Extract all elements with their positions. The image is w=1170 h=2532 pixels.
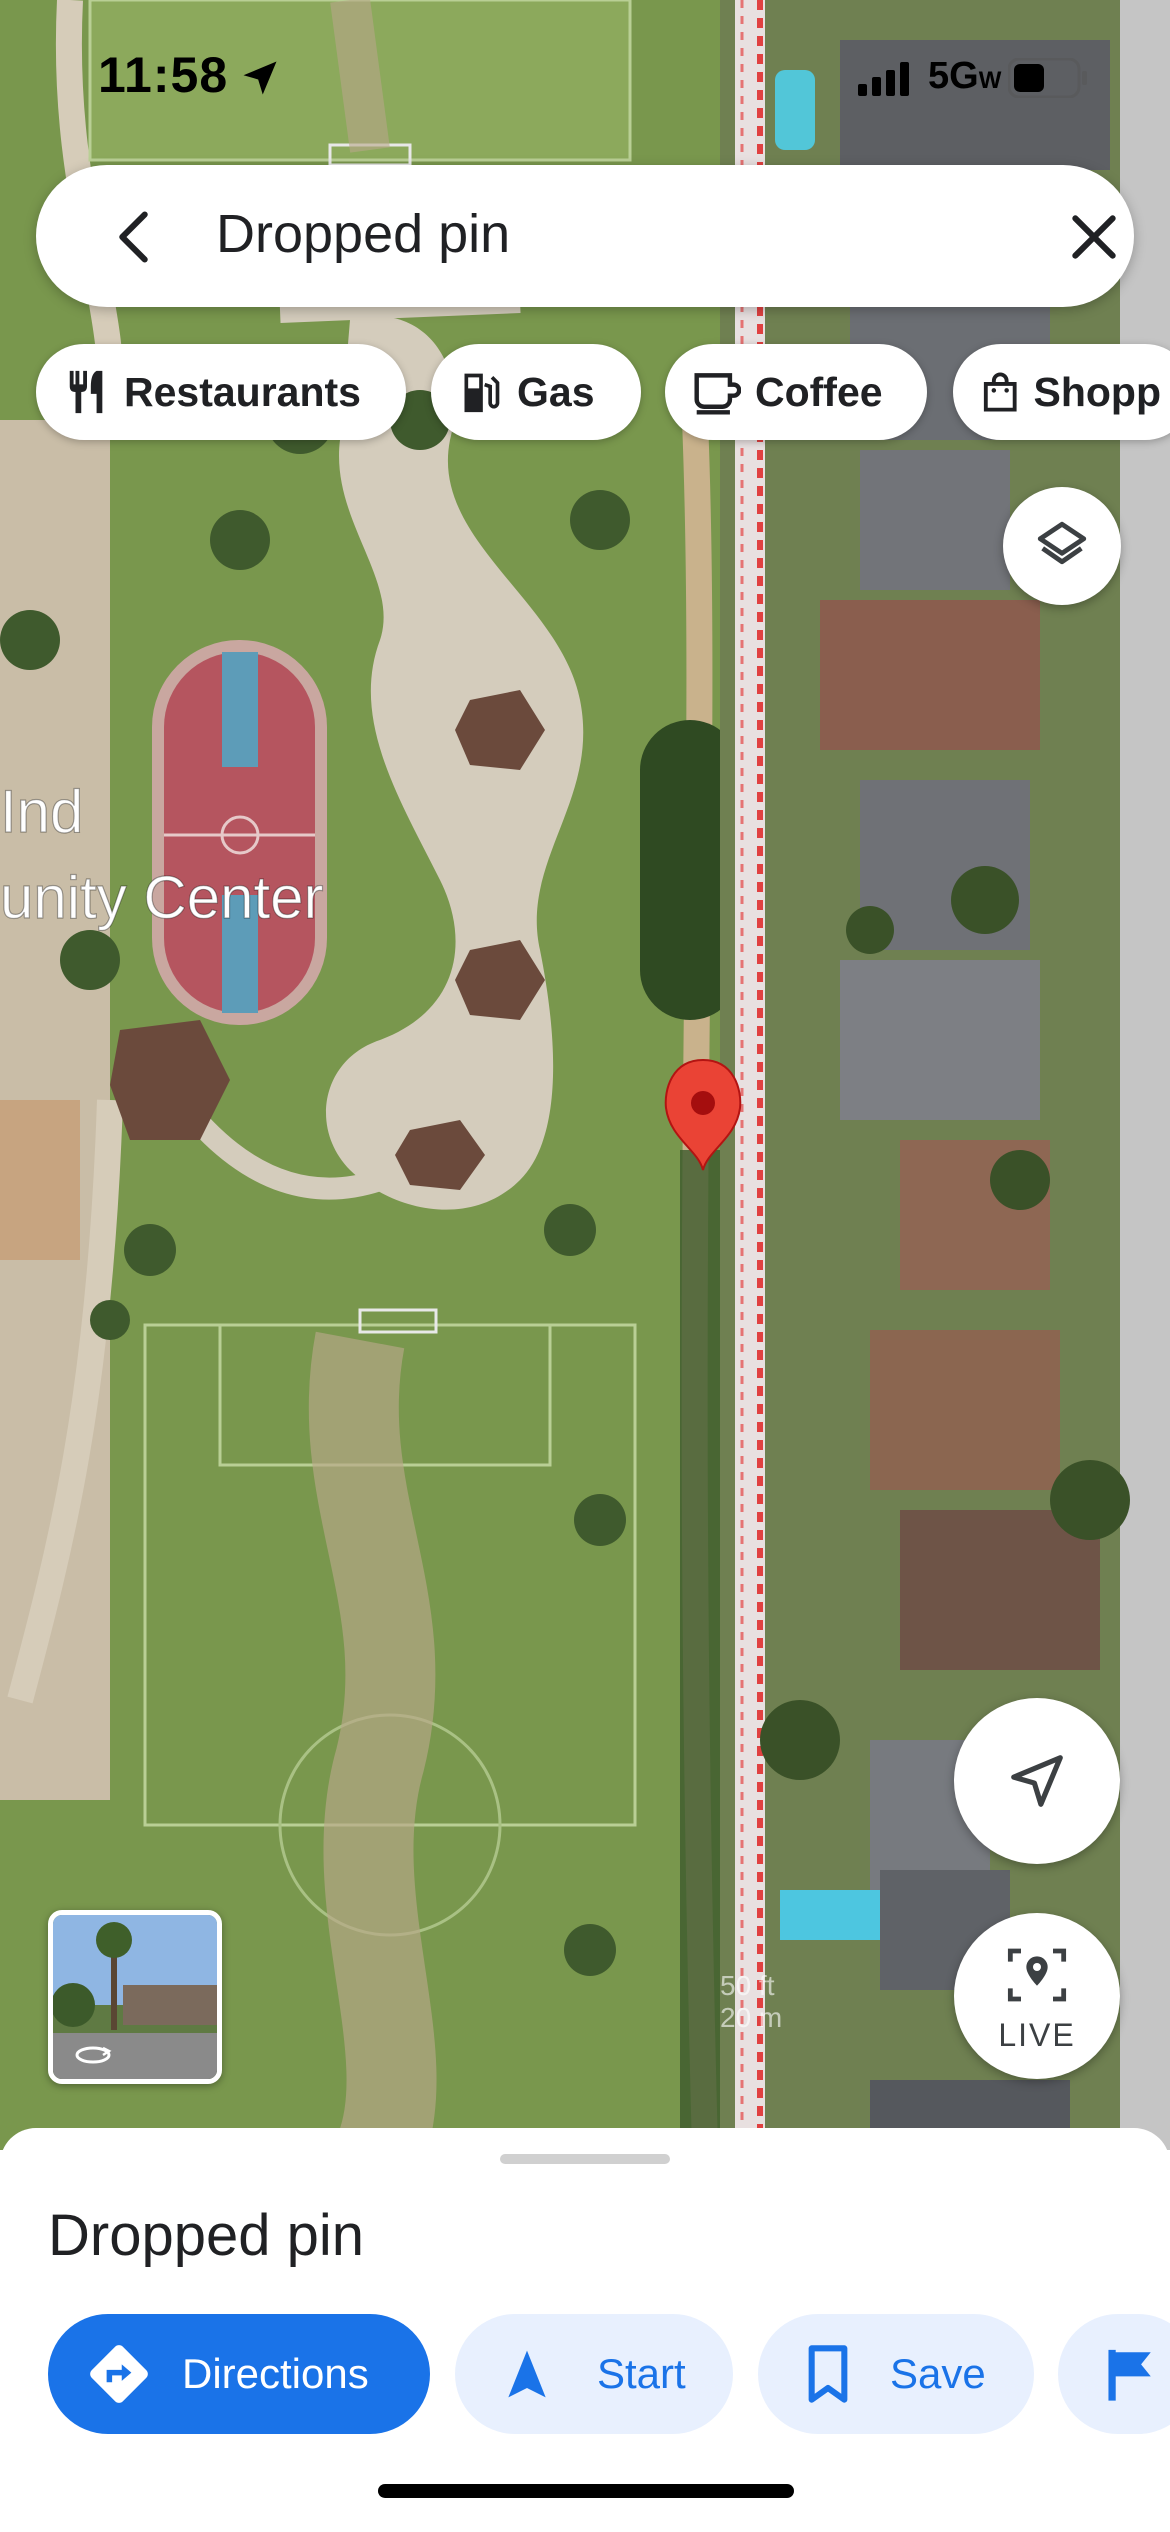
chevron-left-icon[interactable] xyxy=(106,207,166,267)
fork-knife-icon xyxy=(69,370,103,414)
chip-restaurants[interactable]: Restaurants xyxy=(36,344,406,440)
recenter-button[interactable] xyxy=(954,1698,1120,1864)
home-indicator[interactable] xyxy=(378,2484,794,2498)
flag-icon xyxy=(1108,2349,1151,2401)
live-view-button[interactable]: LIVE xyxy=(954,1913,1120,2079)
start-label: Start xyxy=(597,2350,686,2397)
layers-button[interactable] xyxy=(1003,487,1121,605)
map-place-label-1: Ind xyxy=(0,778,83,845)
search-bar[interactable]: Dropped pin xyxy=(36,165,1134,307)
network-type: 5GW xyxy=(928,55,1002,97)
save-label: Save xyxy=(890,2350,986,2397)
directions-button[interactable]: Directions xyxy=(48,2314,430,2434)
scale-feet: 50 ft xyxy=(720,1970,775,2001)
search-title[interactable]: Dropped pin xyxy=(216,203,510,265)
directions-label: Directions xyxy=(182,2350,369,2397)
location-arrow-icon xyxy=(243,61,277,95)
place-title: Dropped pin xyxy=(48,2203,364,2268)
start-button[interactable]: Start xyxy=(455,2314,733,2434)
map-place-label-2: unity Center xyxy=(0,864,324,931)
more-action-button[interactable] xyxy=(1058,2314,1170,2434)
live-label: LIVE xyxy=(998,2017,1076,2053)
chip-label: Coffee xyxy=(755,368,883,415)
chip-coffee[interactable]: Coffee xyxy=(665,344,927,440)
street-view-thumbnail[interactable] xyxy=(48,1910,222,2084)
place-bottom-sheet[interactable]: Dropped pin Directions Start Save xyxy=(0,2128,1170,2532)
live-view-pin-icon xyxy=(1007,1948,1067,2002)
coffee-cup-icon xyxy=(694,373,741,415)
layers-icon xyxy=(1037,521,1087,565)
chip-label: Restaurants xyxy=(124,368,361,415)
chip-label: Gas xyxy=(517,368,595,415)
sheet-drag-handle[interactable] xyxy=(500,2154,670,2164)
status-bar: 11:58 5GW xyxy=(0,0,1170,150)
gas-pump-icon xyxy=(464,373,500,413)
shopping-bag-icon xyxy=(983,372,1017,412)
chip-label: Shopp xyxy=(1033,368,1161,415)
bookmark-icon xyxy=(808,2345,848,2403)
chip-shopping[interactable]: Shopp xyxy=(953,344,1170,440)
directions-icon xyxy=(90,2345,148,2403)
map-scale: 50 ft 20 m xyxy=(720,1970,782,2034)
chip-gas[interactable]: Gas xyxy=(431,344,641,440)
navigation-arrow-icon xyxy=(1011,1755,1063,1807)
scale-meters: 20 m xyxy=(720,2002,783,2033)
save-button[interactable]: Save xyxy=(758,2314,1034,2434)
battery-icon xyxy=(1008,58,1087,98)
navigation-icon xyxy=(508,2350,546,2398)
status-time: 11:58 xyxy=(98,47,229,103)
close-icon[interactable] xyxy=(1066,209,1122,265)
signal-bars-icon xyxy=(858,62,909,96)
